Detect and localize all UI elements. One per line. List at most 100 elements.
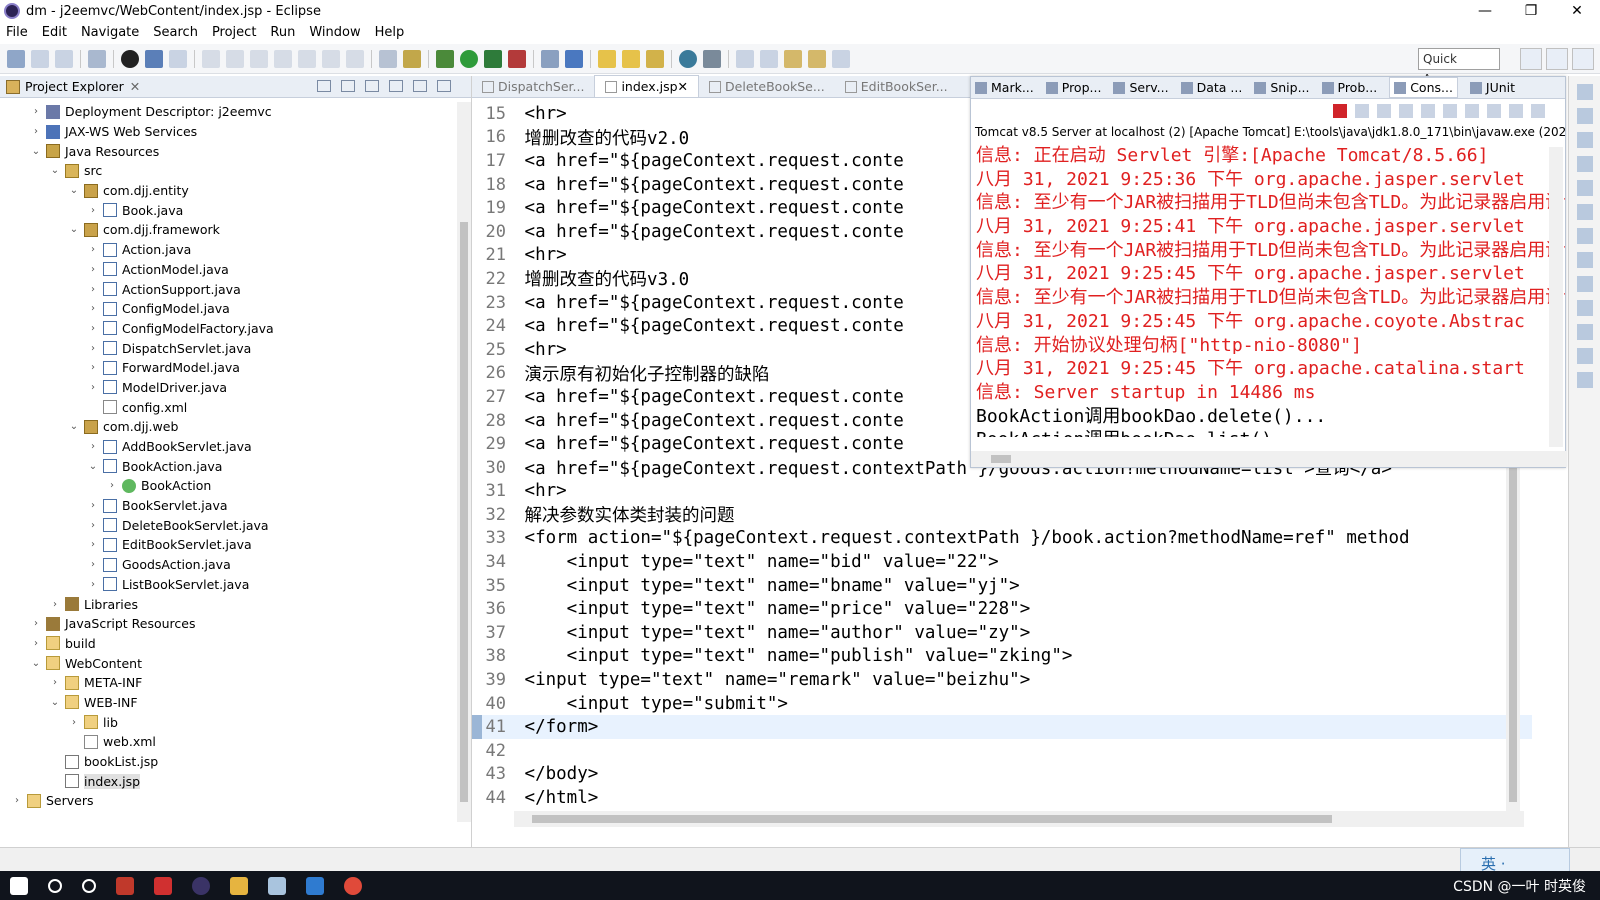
twisty-icon[interactable]: ⌄ — [67, 185, 81, 196]
menu-run[interactable]: Run — [270, 25, 295, 40]
tree-item[interactable]: bookList.jsp — [0, 752, 456, 772]
web-browser-icon[interactable] — [679, 49, 697, 68]
tree-item[interactable]: ⌄ WebContent — [0, 653, 456, 673]
skip-breakpoints-icon[interactable] — [169, 49, 187, 68]
tree-item[interactable]: › DeleteBookServlet.java — [0, 515, 456, 535]
tree-item[interactable]: web.xml — [0, 732, 456, 752]
vertical-scrollbar[interactable] — [1549, 147, 1563, 447]
tree-item[interactable]: › ListBookServlet.java — [0, 575, 456, 595]
tree-item[interactable]: ⌄ src — [0, 161, 456, 181]
view-tab[interactable]: Cons... — [1389, 77, 1458, 98]
tree-item[interactable]: › ActionSupport.java — [0, 279, 456, 299]
twisty-icon[interactable]: › — [86, 362, 100, 373]
search-toolbar-icon[interactable] — [646, 49, 664, 68]
remove-launch-icon[interactable] — [1355, 104, 1369, 118]
suspend-icon[interactable] — [226, 49, 244, 68]
view-tab[interactable]: Serv... — [1113, 80, 1169, 95]
twisty-icon[interactable]: › — [86, 264, 100, 275]
resume-icon[interactable] — [202, 49, 220, 68]
minimize-view-icon[interactable] — [413, 80, 427, 92]
save-all-icon[interactable] — [55, 49, 73, 68]
cortana-icon[interactable] — [82, 878, 96, 893]
app-icon[interactable] — [154, 876, 172, 895]
twisty-icon[interactable]: › — [86, 323, 100, 334]
tree-item[interactable]: › EditBookServlet.java — [0, 535, 456, 555]
word-wrap-icon[interactable] — [1443, 104, 1457, 118]
twisty-icon[interactable]: › — [105, 480, 119, 491]
next-annotation-icon[interactable] — [736, 49, 754, 68]
tree-item[interactable]: › Libraries — [0, 594, 456, 614]
servers-icon[interactable] — [1576, 252, 1593, 268]
step-into-icon[interactable] — [298, 49, 316, 68]
quick-access-input[interactable]: Quick Access — [1418, 48, 1500, 86]
twisty-icon[interactable]: › — [86, 303, 100, 314]
twisty-icon[interactable]: ⌄ — [67, 224, 81, 235]
pin-console-icon[interactable] — [1487, 104, 1501, 118]
code-line[interactable]: 42 — [472, 739, 1532, 763]
code-line[interactable]: 44 </html> — [472, 786, 1532, 810]
data-source-icon[interactable] — [1576, 276, 1593, 292]
outline-view-icon[interactable] — [1576, 180, 1593, 196]
twisty-icon[interactable]: › — [86, 244, 100, 255]
twisty-icon[interactable]: ⌄ — [48, 697, 62, 708]
menu-window[interactable]: Window — [309, 25, 360, 40]
eclipse-taskbar-icon[interactable] — [192, 876, 210, 895]
twisty-icon[interactable]: › — [86, 520, 100, 531]
tree-item[interactable]: config.xml — [0, 397, 456, 417]
app-icon[interactable] — [306, 876, 324, 895]
tree-item[interactable]: › META-INF — [0, 673, 456, 693]
markers-icon[interactable] — [1576, 204, 1593, 220]
twisty-icon[interactable]: › — [86, 382, 100, 393]
back-icon[interactable] — [808, 49, 826, 68]
terminate-icon[interactable] — [1333, 104, 1347, 118]
open-task-icon[interactable] — [622, 49, 640, 68]
twisty-icon[interactable]: ⌄ — [86, 461, 100, 472]
vertical-scrollbar[interactable] — [457, 102, 471, 822]
code-line[interactable]: 39 <input type="text" name="remark" valu… — [472, 668, 1532, 692]
tree-item[interactable]: › ConfigModel.java — [0, 299, 456, 319]
horizontal-scrollbar[interactable] — [971, 451, 1567, 467]
annotation-icon[interactable] — [703, 49, 721, 68]
java-perspective-icon[interactable] — [1572, 48, 1594, 70]
editor-tab[interactable]: index.jsp ✕ — [594, 75, 700, 97]
twisty-icon[interactable]: › — [29, 106, 43, 117]
twisty-icon[interactable]: › — [48, 599, 62, 610]
build-icon[interactable] — [88, 49, 106, 68]
twisty-icon[interactable]: › — [29, 638, 43, 649]
twisty-icon[interactable]: ⌄ — [48, 165, 62, 176]
twisty-icon[interactable]: › — [86, 441, 100, 452]
tree-item[interactable]: ⌄ WEB-INF — [0, 693, 456, 713]
tree-item[interactable]: index.jsp — [0, 771, 456, 791]
tree-item[interactable]: › AddBookServlet.java — [0, 437, 456, 457]
project-explorer-tab[interactable]: Project Explorer ✕ — [0, 76, 471, 98]
twisty-icon[interactable]: › — [86, 539, 100, 550]
view-tab[interactable]: Data ... — [1180, 80, 1242, 95]
code-line[interactable]: 33 <form action="${pageContext.request.c… — [472, 527, 1532, 551]
twisty-icon[interactable]: ⌄ — [67, 421, 81, 432]
code-line[interactable]: 34 <input type="text" name="bid" value="… — [472, 550, 1532, 574]
mark-occurrences-icon[interactable] — [403, 49, 421, 68]
twisty-icon[interactable]: ⌄ — [29, 658, 43, 669]
toggle-icon[interactable] — [379, 49, 397, 68]
tree-item[interactable]: ⌄ com.djj.web — [0, 417, 456, 437]
menu-navigate[interactable]: Navigate — [81, 25, 139, 40]
twisty-icon[interactable]: › — [86, 559, 100, 570]
code-line[interactable]: 38 <input type="text" name="publish" val… — [472, 645, 1532, 669]
tree-item[interactable]: ⌄ com.djj.entity — [0, 181, 456, 201]
snippets-icon[interactable] — [1576, 300, 1593, 316]
disconnect-icon[interactable] — [274, 49, 292, 68]
twisty-icon[interactable]: › — [67, 717, 81, 728]
tree-item[interactable]: › ConfigModelFactory.java — [0, 319, 456, 339]
tree-item[interactable]: › lib — [0, 712, 456, 732]
open-perspective-icon[interactable] — [1520, 48, 1542, 70]
code-line[interactable]: 31 <hr> — [472, 480, 1532, 504]
windows-start-icon[interactable] — [10, 876, 28, 895]
twisty-icon[interactable]: › — [86, 205, 100, 216]
file-explorer-icon[interactable] — [230, 876, 248, 895]
editor-tab[interactable]: EditBookSer... — [835, 76, 958, 97]
outline-icon[interactable] — [1576, 108, 1593, 124]
console-view-icon[interactable] — [1576, 348, 1593, 364]
last-edit-icon[interactable] — [784, 49, 802, 68]
view-tab[interactable]: Snip... — [1254, 80, 1310, 95]
terminate-icon[interactable] — [250, 49, 268, 68]
